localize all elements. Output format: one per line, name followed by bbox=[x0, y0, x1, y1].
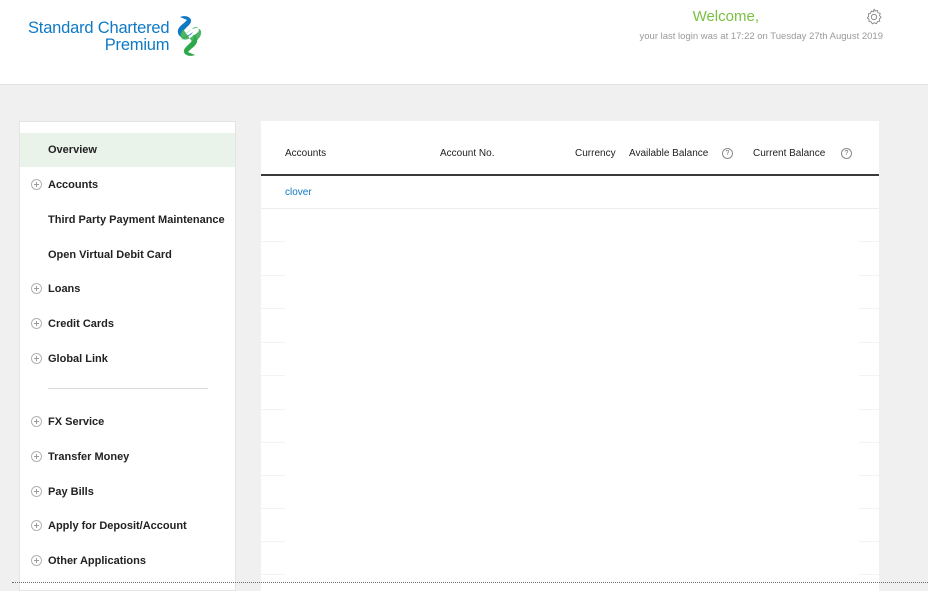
brand-logo-icon bbox=[177, 16, 202, 56]
column-header-current-balance[interactable]: Current Balance bbox=[753, 148, 825, 159]
table-row-divider bbox=[261, 574, 285, 575]
sidebar-item-apply-deposit[interactable]: Apply for Deposit/Account bbox=[20, 509, 235, 543]
brand-tier: Premium bbox=[104, 36, 170, 54]
table-row-divider bbox=[859, 241, 879, 242]
table-row-divider bbox=[859, 375, 879, 376]
expand-plus-icon[interactable] bbox=[31, 520, 42, 531]
expand-plus-icon[interactable] bbox=[31, 179, 42, 190]
sidebar-item-credit-cards[interactable]: Credit Cards bbox=[20, 307, 235, 341]
expand-plus-icon[interactable] bbox=[31, 283, 42, 294]
table-row-divider bbox=[261, 541, 285, 542]
column-header-account-no[interactable]: Account No. bbox=[440, 148, 494, 159]
sidebar-nav: Overview Accounts Third Party Payment Ma… bbox=[19, 121, 236, 591]
table-header-divider bbox=[261, 174, 879, 176]
table-row-divider bbox=[261, 409, 285, 410]
expand-plus-icon[interactable] bbox=[31, 416, 42, 427]
table-row-divider bbox=[859, 442, 879, 443]
table-row-divider bbox=[859, 574, 879, 575]
expand-plus-icon[interactable] bbox=[31, 486, 42, 497]
table-row-divider bbox=[261, 442, 285, 443]
table-row-divider bbox=[261, 508, 285, 509]
sidebar-divider bbox=[48, 388, 208, 389]
table-row-divider bbox=[261, 241, 285, 242]
sidebar-item-label: Overview bbox=[48, 144, 97, 156]
sidebar-item-global-link[interactable]: Global Link bbox=[20, 342, 235, 376]
current-balance-help-icon[interactable]: ? bbox=[841, 148, 852, 159]
sidebar-item-label: Pay Bills bbox=[48, 486, 94, 498]
sidebar-item-label: Loans bbox=[48, 283, 81, 295]
sidebar-item-label: Open Virtual Debit Card bbox=[48, 249, 172, 261]
account-name-link[interactable]: clover bbox=[285, 187, 312, 198]
table-row-divider bbox=[859, 541, 879, 542]
table-row-divider bbox=[261, 475, 285, 476]
available-balance-help-icon[interactable]: ? bbox=[722, 148, 733, 159]
sidebar-item-label: Third Party Payment Maintenance bbox=[48, 214, 225, 226]
window-bottom-border bbox=[12, 582, 928, 583]
sidebar-item-virtual-debit-card[interactable]: Open Virtual Debit Card bbox=[20, 238, 235, 272]
sidebar-item-pay-bills[interactable]: Pay Bills bbox=[20, 475, 235, 509]
sidebar-item-label: Accounts bbox=[48, 179, 99, 191]
sidebar-item-transfer-money[interactable]: Transfer Money bbox=[20, 440, 235, 474]
sidebar-item-loans[interactable]: Loans bbox=[20, 272, 235, 306]
expand-plus-icon[interactable] bbox=[31, 451, 42, 462]
table-row-divider bbox=[859, 275, 879, 276]
expand-plus-icon[interactable] bbox=[31, 318, 42, 329]
table-row-divider bbox=[859, 475, 879, 476]
sidebar-item-accounts[interactable]: Accounts bbox=[20, 168, 235, 202]
sidebar-item-label: Other Applications bbox=[48, 555, 146, 567]
table-row-divider bbox=[261, 275, 285, 276]
table-row-divider bbox=[859, 342, 879, 343]
brand-logo-text: Standard Chartered Premium bbox=[28, 19, 170, 54]
accounts-table-panel: Accounts Account No. Currency Available … bbox=[261, 121, 879, 591]
expand-plus-icon[interactable] bbox=[31, 353, 42, 364]
top-header: Standard Chartered Premium Welcome, your… bbox=[0, 0, 928, 85]
column-header-accounts[interactable]: Accounts bbox=[285, 148, 326, 159]
last-login-info: your last login was at 17:22 on Tuesday … bbox=[639, 31, 883, 42]
sidebar-item-third-party-payment[interactable]: Third Party Payment Maintenance bbox=[20, 203, 235, 237]
table-row-divider bbox=[859, 308, 879, 309]
table-row-divider bbox=[859, 409, 879, 410]
sidebar-item-label: Credit Cards bbox=[48, 318, 115, 330]
table-row-divider bbox=[261, 342, 285, 343]
expand-plus-icon[interactable] bbox=[31, 555, 42, 566]
table-row-divider bbox=[859, 508, 879, 509]
sidebar-item-overview[interactable]: Overview bbox=[20, 133, 235, 167]
brand-name: Standard Chartered bbox=[28, 19, 170, 37]
sidebar-item-other-applications[interactable]: Other Applications bbox=[20, 544, 235, 578]
sidebar-item-fx-service[interactable]: FX Service bbox=[20, 405, 235, 439]
gear-icon[interactable] bbox=[865, 8, 883, 26]
sidebar-item-label: Transfer Money bbox=[48, 451, 130, 463]
table-row-divider bbox=[261, 375, 285, 376]
welcome-message: Welcome, bbox=[692, 8, 759, 25]
sidebar-item-label: Apply for Deposit/Account bbox=[48, 520, 187, 532]
table-row-divider bbox=[261, 308, 285, 309]
column-header-available-balance[interactable]: Available Balance bbox=[629, 148, 708, 159]
sidebar-item-label: FX Service bbox=[48, 416, 105, 428]
sidebar-item-label: Global Link bbox=[48, 353, 108, 365]
column-header-currency[interactable]: Currency bbox=[575, 148, 616, 159]
table-row-divider bbox=[261, 208, 879, 209]
